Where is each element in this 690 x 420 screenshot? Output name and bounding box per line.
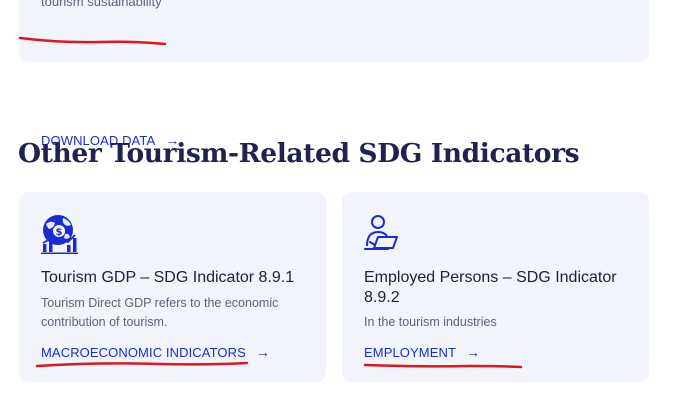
card-description: In the tourism industries bbox=[364, 315, 497, 329]
arrow-right-icon: → bbox=[255, 343, 270, 360]
download-data-card: tourism sustainability DOWNLOAD DATA → bbox=[19, 0, 649, 148]
employment-link[interactable]: EMPLOYMENT → bbox=[364, 343, 481, 361]
card-title: Tourism GDP – SDG Indicator 8.9.1 bbox=[41, 269, 295, 286]
card-title: Employed Persons – SDG Indicator 8.9.2 bbox=[364, 269, 617, 306]
link-label: EMPLOYMENT bbox=[364, 345, 457, 360]
globe-money-chart-icon: $ bbox=[41, 215, 78, 254]
svg-text:$: $ bbox=[56, 227, 63, 238]
employed-persons-card: Employed Persons – SDG Indicator 8.9.2 I… bbox=[342, 192, 649, 382]
arrow-right-icon: → bbox=[466, 343, 481, 360]
card-description: Tourism Direct GDP refers to the economi… bbox=[41, 296, 279, 329]
macroeconomic-indicators-link[interactable]: MACROECONOMIC INDICATORS → bbox=[41, 343, 270, 361]
card-description: tourism sustainability bbox=[41, 0, 162, 9]
page: tourism sustainability DOWNLOAD DATA → O… bbox=[0, 0, 690, 420]
tourism-gdp-card: $ Tourism GDP – SDG Indicator 8.9.1 Tour… bbox=[19, 192, 326, 382]
link-label: MACROECONOMIC INDICATORS bbox=[41, 345, 246, 360]
person-laptop-icon bbox=[364, 215, 398, 250]
section-title: Other Tourism-Related SDG Indicators bbox=[18, 138, 580, 169]
